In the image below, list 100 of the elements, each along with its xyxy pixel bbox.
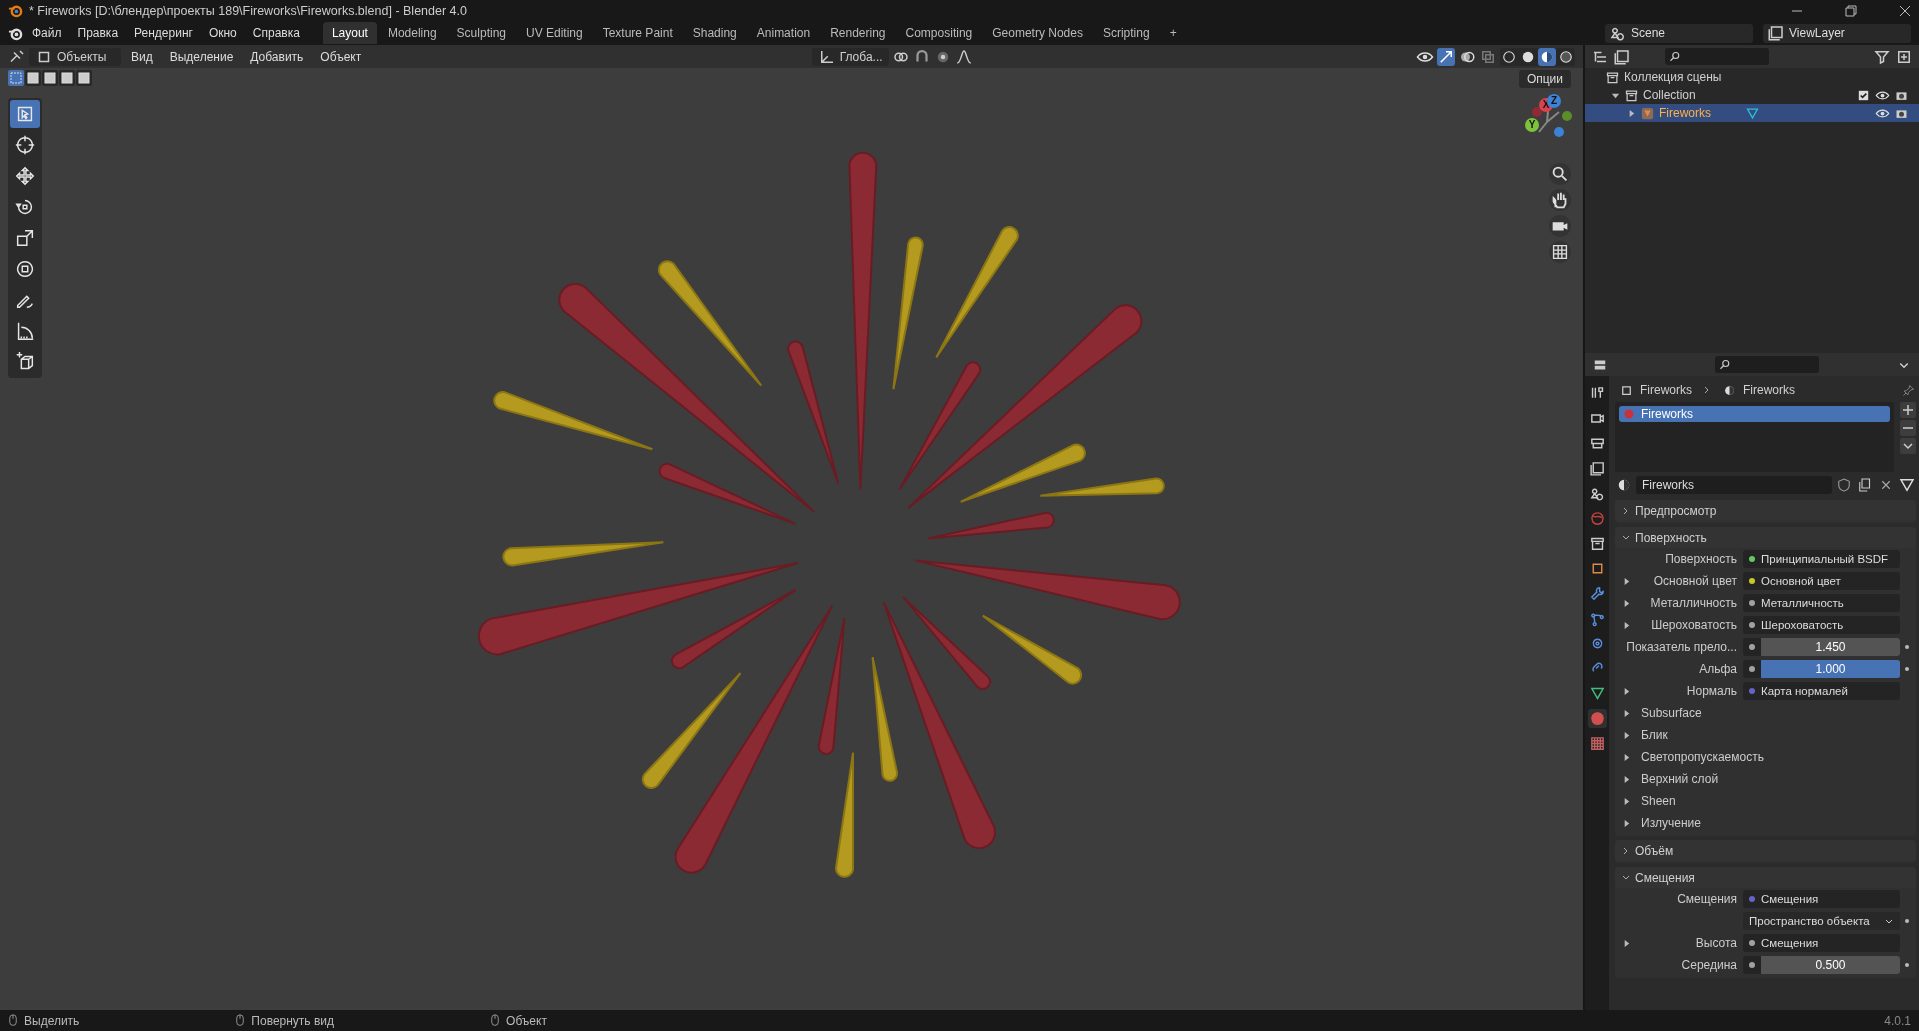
chevron-down-icon[interactable] <box>1900 438 1916 454</box>
mouse-icon <box>235 1014 246 1027</box>
number-field[interactable]: 1.450 <box>1761 638 1900 656</box>
window-title: * Fireworks [D:\блендер\проекты 189\Fireworks\Fireworks.blend] - Blender 4.0 <box>29 3 467 18</box>
falloff-curve-icon[interactable] <box>954 47 973 66</box>
keyframe-dot[interactable] <box>1905 919 1909 923</box>
menu-item[interactable]: Правка <box>70 24 126 42</box>
property-label: Показатель прело... <box>1625 640 1738 654</box>
navigation-gizmo[interactable]: X Y Z <box>1517 90 1577 150</box>
pin-icon[interactable] <box>1901 382 1916 398</box>
scene-collection-label[interactable]: Коллекция сцены <box>1624 70 1722 84</box>
selection-mode-icon[interactable] <box>25 70 41 86</box>
socket-field[interactable]: Смещения <box>1743 934 1900 952</box>
sphere-icon <box>1623 408 1635 420</box>
add-icon[interactable] <box>1900 402 1916 418</box>
collection-box-icon <box>1624 87 1639 103</box>
camera-icon[interactable] <box>1549 215 1571 237</box>
mesh-object-icon <box>1640 105 1655 121</box>
remove-icon[interactable] <box>1900 420 1916 436</box>
add-workspace-button[interactable]: + <box>1160 22 1186 44</box>
transform-icon <box>14 258 36 280</box>
workspace-tab[interactable]: Rendering <box>821 22 895 44</box>
menu-item[interactable]: Окно <box>201 24 244 42</box>
object-label[interactable]: Fireworks <box>1659 106 1711 120</box>
material-slot[interactable]: Fireworks <box>1619 406 1890 422</box>
material-tab-icon[interactable] <box>1587 709 1607 728</box>
socket-field[interactable]: Принципиальный BSDF <box>1743 550 1900 568</box>
socket-field[interactable]: Смещения <box>1743 890 1900 908</box>
view-layer-tab-icon[interactable] <box>1587 459 1607 478</box>
scene-selector[interactable]: Scene <box>1605 23 1753 43</box>
menu-item[interactable]: Справка <box>245 24 307 42</box>
number-field[interactable]: 0.500 <box>1761 956 1900 974</box>
property-label: Металличность <box>1649 596 1738 610</box>
workspace-tab[interactable]: Scripting <box>1093 22 1159 44</box>
workspace-tab[interactable]: Compositing <box>896 22 982 44</box>
status-hint: Выделить <box>24 1013 80 1028</box>
property-label: Высота <box>1694 936 1738 950</box>
hand-icon[interactable] <box>1549 189 1571 211</box>
subpanel-label[interactable]: Излучение <box>1637 816 1701 830</box>
subpanel-label[interactable]: Верхний слой <box>1637 772 1719 786</box>
axis-label: Y <box>1525 118 1539 132</box>
subpanel-label[interactable]: Блик <box>1637 728 1668 742</box>
blender-logo-icon <box>8 3 23 18</box>
properties-search-field[interactable] <box>1715 356 1819 373</box>
workspace-tab[interactable]: Sculpting <box>447 22 515 44</box>
status-hint: Повернуть вид <box>251 1013 335 1028</box>
selection-mode-icon[interactable] <box>76 70 92 86</box>
grid-icon[interactable] <box>1549 241 1571 263</box>
shield-icon[interactable] <box>1835 476 1853 494</box>
selection-mode-icon[interactable] <box>42 70 58 86</box>
layers-icon[interactable] <box>1613 47 1631 66</box>
scale-icon <box>14 227 36 249</box>
disclosure-triangle-icon[interactable] <box>1627 108 1636 118</box>
socket-field[interactable]: Карта нормалей <box>1743 682 1900 700</box>
selection-mode-icon[interactable] <box>59 70 75 86</box>
menu-item[interactable]: Рендеринг <box>127 24 200 42</box>
socket-field[interactable]: Основной цвет <box>1743 572 1900 590</box>
mouse-icon <box>490 1014 501 1027</box>
workspace-tab[interactable]: Animation <box>747 22 820 44</box>
number-field[interactable]: 1.000 <box>1761 660 1900 678</box>
property-label: Шероховатость <box>1650 618 1738 632</box>
viewport-menu[interactable]: Вид <box>124 47 160 66</box>
mode-dropdown[interactable]: Объекты <box>29 47 121 66</box>
viewport-menu[interactable]: Добавить <box>243 47 311 66</box>
workspace-tab[interactable]: Geometry Nodes <box>983 22 1092 44</box>
close-icon[interactable] <box>1899 4 1911 17</box>
subpanel-label[interactable]: Sheen <box>1637 794 1676 808</box>
viewport-menu[interactable]: Выделение <box>162 47 241 66</box>
material-preview-shading-icon[interactable] <box>1538 47 1556 66</box>
search-icon <box>1669 50 1681 63</box>
subpanel-label[interactable]: Subsurface <box>1637 706 1702 720</box>
socket-field[interactable]: Шероховатость <box>1743 616 1900 634</box>
space-dropdown[interactable]: Пространство объекта <box>1743 912 1900 930</box>
collection-label[interactable]: Collection <box>1643 88 1696 102</box>
subpanel-label[interactable]: Светопропускаемость <box>1637 750 1764 764</box>
cursor-icon <box>14 134 36 156</box>
viewport-menu[interactable]: Объект <box>313 47 369 66</box>
menu-item[interactable]: Файл <box>25 24 69 42</box>
workspace-tab[interactable]: Shading <box>683 22 746 44</box>
workspace-tab[interactable]: Texture Paint <box>593 22 682 44</box>
keyframe-dot[interactable] <box>1905 667 1909 671</box>
material-name-field[interactable]: Fireworks <box>1636 476 1832 494</box>
options-button[interactable]: Опции <box>1518 70 1571 88</box>
mouse-icon <box>8 1014 18 1027</box>
workspace-tab[interactable]: Modeling <box>378 22 446 44</box>
socket-field[interactable]: Металличность <box>1743 594 1900 612</box>
outliner-search-field[interactable] <box>1665 48 1769 65</box>
orientation-dropdown[interactable]: Глоба... <box>811 47 889 66</box>
keyframe-dot[interactable] <box>1905 645 1909 649</box>
outliner-row[interactable]: Fireworks <box>1585 104 1919 122</box>
zoom-icon[interactable] <box>1549 163 1571 185</box>
keyframe-dot[interactable] <box>1905 963 1909 967</box>
gizmo-toggle-icon[interactable] <box>1437 47 1455 66</box>
view-layer-selector[interactable]: ViewLayer <box>1763 23 1911 43</box>
property-label: Середина <box>1680 958 1738 972</box>
mesh-data-icon[interactable] <box>1898 476 1916 494</box>
workspace-tab[interactable]: UV Editing <box>517 22 592 44</box>
restore-icon[interactable] <box>1845 4 1857 17</box>
property-label: Смещения <box>1676 892 1738 906</box>
workspace-tab[interactable]: Layout <box>322 22 377 44</box>
